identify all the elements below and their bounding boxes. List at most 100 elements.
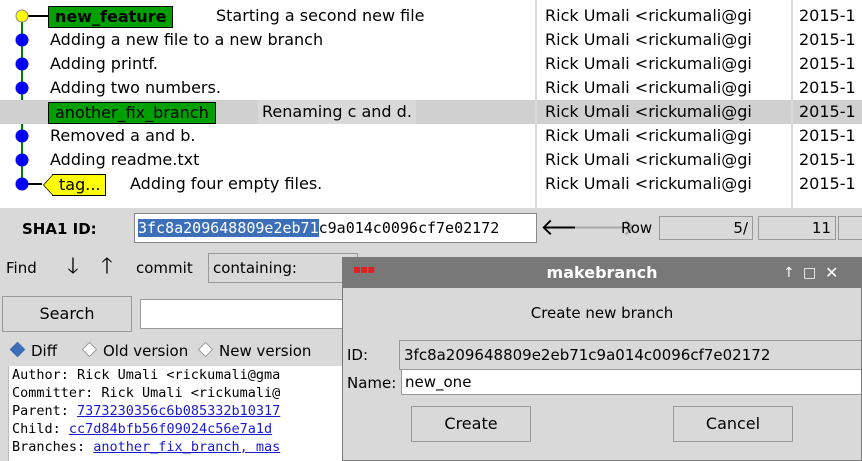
- author-row[interactable]: Rick Umali <rickumali@gi: [537, 52, 791, 76]
- child-sha-link[interactable]: cc7d84bfb56f09024c56e7a1d: [69, 421, 272, 437]
- commit-message: Adding four empty files.: [130, 174, 323, 193]
- commit-author: Rick Umali <rickumali@gi: [545, 54, 752, 73]
- commit-message: Renaming c and d.: [258, 100, 416, 124]
- date-column[interactable]: 2015-1 2015-1 2015-1 2015-1 2015-1 2015-1 2015…: [793, 0, 862, 208]
- cancel-button[interactable]: Cancel: [673, 406, 793, 442]
- author-column[interactable]: Rick Umali <rickumali@gi Rick Umali <rick…: [537, 0, 791, 208]
- new-version-radio-label: New version: [219, 342, 312, 360]
- details-branches: Branches: another_fix_branch, mas: [12, 439, 281, 455]
- author-row[interactable]: Rick Umali <rickumali@gi: [537, 100, 791, 124]
- author-row[interactable]: Rick Umali <rickumali@gi: [537, 4, 791, 28]
- branches-link[interactable]: another_fix_branch, mas: [93, 439, 280, 455]
- old-version-radio[interactable]: Old version: [81, 341, 189, 360]
- row-total-field: 11: [758, 216, 836, 240]
- date-row[interactable]: 2015-1: [793, 76, 862, 100]
- date-row[interactable]: 2015-1: [793, 124, 862, 148]
- keep-above-icon[interactable]: ↑: [783, 258, 795, 288]
- author-row[interactable]: Rick Umali <rickumali@gi: [537, 28, 791, 52]
- radio-unselected-icon: [197, 341, 214, 358]
- commit-message: Starting a second new file: [216, 6, 425, 25]
- date-row[interactable]: 2015-1: [793, 52, 862, 76]
- back-arrow-icon[interactable]: 🡐: [540, 213, 604, 243]
- author-row[interactable]: Rick Umali <rickumali@gi: [537, 172, 791, 196]
- row-separator: /: [742, 219, 748, 237]
- find-type-label: commit: [136, 259, 193, 277]
- author-row[interactable]: Rick Umali <rickumali@gi: [537, 76, 791, 100]
- author-row[interactable]: Rick Umali <rickumali@gi: [537, 124, 791, 148]
- branch-ref-label[interactable]: another_fix_branch: [48, 102, 216, 124]
- commit-message: Adding printf.: [50, 54, 158, 73]
- commit-date: 2015-1: [799, 30, 856, 49]
- commit-row[interactable]: another_fix_branch Renaming c and d.: [0, 100, 535, 124]
- radio-selected-icon: [9, 341, 26, 358]
- new-version-radio[interactable]: New version: [197, 341, 312, 360]
- commit-date: 2015-1: [799, 126, 856, 145]
- commit-message: Removed a and b.: [50, 126, 196, 145]
- row-current-field: 5/: [659, 216, 753, 240]
- search-input[interactable]: [140, 299, 360, 329]
- details-author: Author: Rick Umali <rickumali@gma: [12, 367, 281, 383]
- row-extra-field: [838, 216, 862, 240]
- row-label: Row: [621, 219, 653, 237]
- commit-graph-pane[interactable]: new_feature Starting a second new file Add…: [0, 0, 535, 208]
- forward-arrow-icon[interactable]: 🡒: [572, 213, 636, 243]
- commit-author: Rick Umali <rickumali@gi: [545, 78, 752, 97]
- maximize-icon[interactable]: □: [803, 258, 816, 288]
- tag-label[interactable]: tag...: [43, 174, 106, 196]
- close-icon[interactable]: ✕: [825, 258, 838, 288]
- commit-author: Rick Umali <rickumali@gi: [545, 150, 752, 169]
- commit-row[interactable]: Adding printf.: [0, 52, 535, 76]
- date-row[interactable]: 2015-1: [793, 4, 862, 28]
- commit-author: Rick Umali <rickumali@gi: [545, 174, 752, 193]
- dialog-titlebar[interactable]: ▪▪▪ makebranch ↑ □ ✕: [343, 258, 861, 288]
- date-row[interactable]: 2015-1: [793, 148, 862, 172]
- makebranch-dialog: ▪▪▪ makebranch ↑ □ ✕ Create new branch I…: [342, 257, 862, 461]
- dialog-heading: Create new branch: [530, 304, 674, 322]
- author-row[interactable]: Rick Umali <rickumali@gi: [537, 148, 791, 172]
- commit-row[interactable]: Removed a and b.: [0, 124, 535, 148]
- find-prev-arrow-icon[interactable]: 🡑: [92, 252, 122, 284]
- date-row[interactable]: 2015-1: [793, 100, 862, 124]
- commit-date: 2015-1: [799, 6, 856, 25]
- radio-unselected-icon: [81, 341, 98, 358]
- create-button[interactable]: Create: [411, 406, 531, 442]
- parent-sha-link[interactable]: 7373230356c6b085332b10317: [77, 403, 280, 419]
- commit-row[interactable]: Adding readme.txt: [0, 148, 535, 172]
- diff-radio[interactable]: Diff: [9, 341, 58, 360]
- search-button[interactable]: Search: [2, 296, 132, 332]
- commit-message: Adding readme.txt: [50, 150, 200, 169]
- commit-message: Adding a new file to a new branch: [50, 30, 324, 49]
- commit-row[interactable]: new_feature Starting a second new file: [0, 4, 535, 28]
- commit-row[interactable]: Adding a new file to a new branch: [0, 28, 535, 52]
- old-version-radio-label: Old version: [103, 342, 189, 360]
- id-label: ID:: [347, 346, 369, 364]
- find-label: Find: [6, 259, 37, 277]
- date-row[interactable]: 2015-1: [793, 172, 862, 196]
- sha1-rest-text: c9a014c0096cf7e02172: [318, 219, 500, 237]
- details-child: Child: cc7d84bfb56f09024c56e7a1d: [12, 421, 273, 437]
- commit-row[interactable]: tag... Adding four empty files.: [0, 172, 535, 196]
- commit-row[interactable]: Adding two numbers.: [0, 76, 535, 100]
- commit-author: Rick Umali <rickumali@gi: [545, 30, 752, 49]
- commit-author: Rick Umali <rickumali@gi: [545, 6, 752, 25]
- find-next-arrow-icon[interactable]: 🡓: [58, 252, 88, 284]
- commit-date: 2015-1: [799, 174, 856, 193]
- commit-author: Rick Umali <rickumali@gi: [545, 102, 752, 121]
- branch-name-input[interactable]: new_one: [401, 369, 861, 395]
- sha1-label: SHA1 ID:: [22, 220, 97, 238]
- details-parent: Parent: 7373230356c6b085332b10317: [12, 403, 281, 419]
- commit-date: 2015-1: [799, 102, 856, 121]
- date-row[interactable]: 2015-1: [793, 28, 862, 52]
- diff-radio-label: Diff: [31, 342, 58, 360]
- commit-author: Rick Umali <rickumali@gi: [545, 126, 752, 145]
- name-label: Name:: [347, 374, 397, 392]
- commit-message: Adding two numbers.: [50, 78, 221, 97]
- id-field[interactable]: 3fc8a209648809e2eb71c9a014c0096cf7e02172: [399, 340, 861, 370]
- branch-ref-label[interactable]: new_feature: [48, 6, 174, 28]
- commit-date: 2015-1: [799, 54, 856, 73]
- commit-details-text[interactable]: Author: Rick Umali <rickumali@gma Commit…: [8, 366, 347, 461]
- row-current-value: 5: [733, 219, 743, 237]
- sha1-id-field[interactable]: 3fc8a209648809e2eb71c9a014c0096cf7e02172: [134, 213, 537, 243]
- commit-date: 2015-1: [799, 150, 856, 169]
- find-mode-select[interactable]: containing:: [208, 253, 358, 283]
